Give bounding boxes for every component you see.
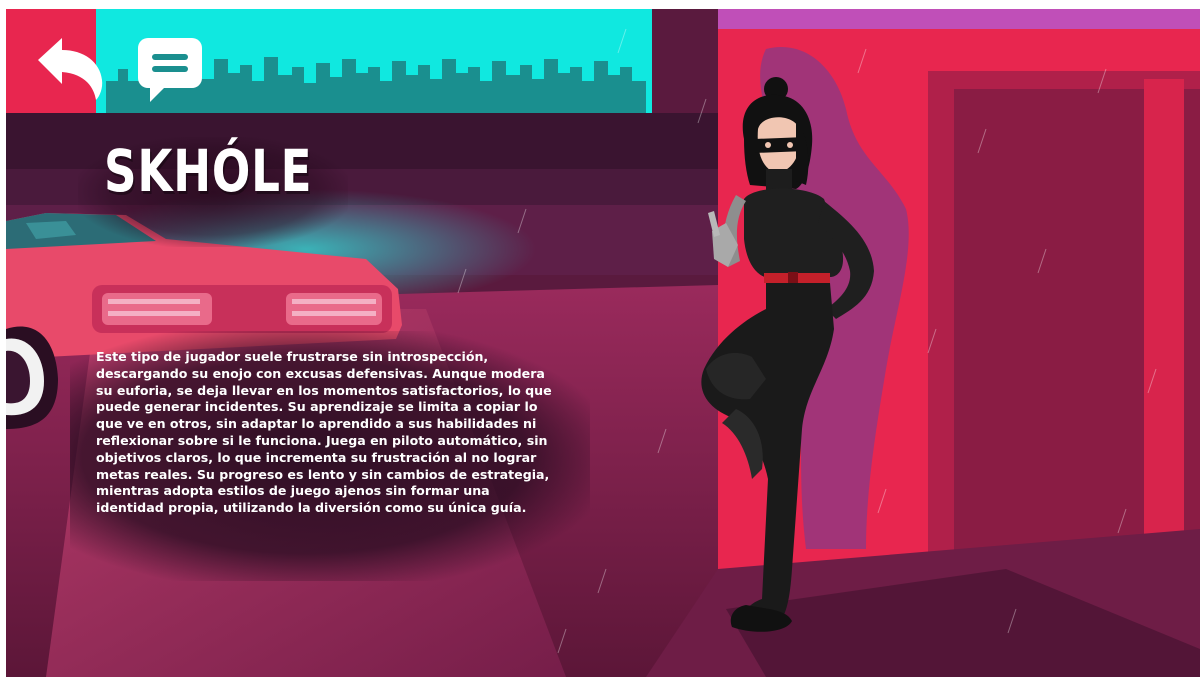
back-arrow-glyph (38, 38, 103, 100)
chat-bubble-glyph (138, 38, 202, 102)
character-description: Este tipo de jugador suele frustrarse si… (96, 349, 552, 516)
door-pillar (1144, 79, 1184, 589)
back-arrow-icon[interactable] (34, 36, 106, 102)
character-title: SKHÓLE (104, 137, 313, 205)
chat-bubble-icon[interactable] (136, 36, 206, 106)
door-right (1184, 89, 1200, 589)
roof-trim (718, 9, 1200, 31)
door-left (954, 89, 1144, 589)
game-scene (6, 9, 1200, 677)
